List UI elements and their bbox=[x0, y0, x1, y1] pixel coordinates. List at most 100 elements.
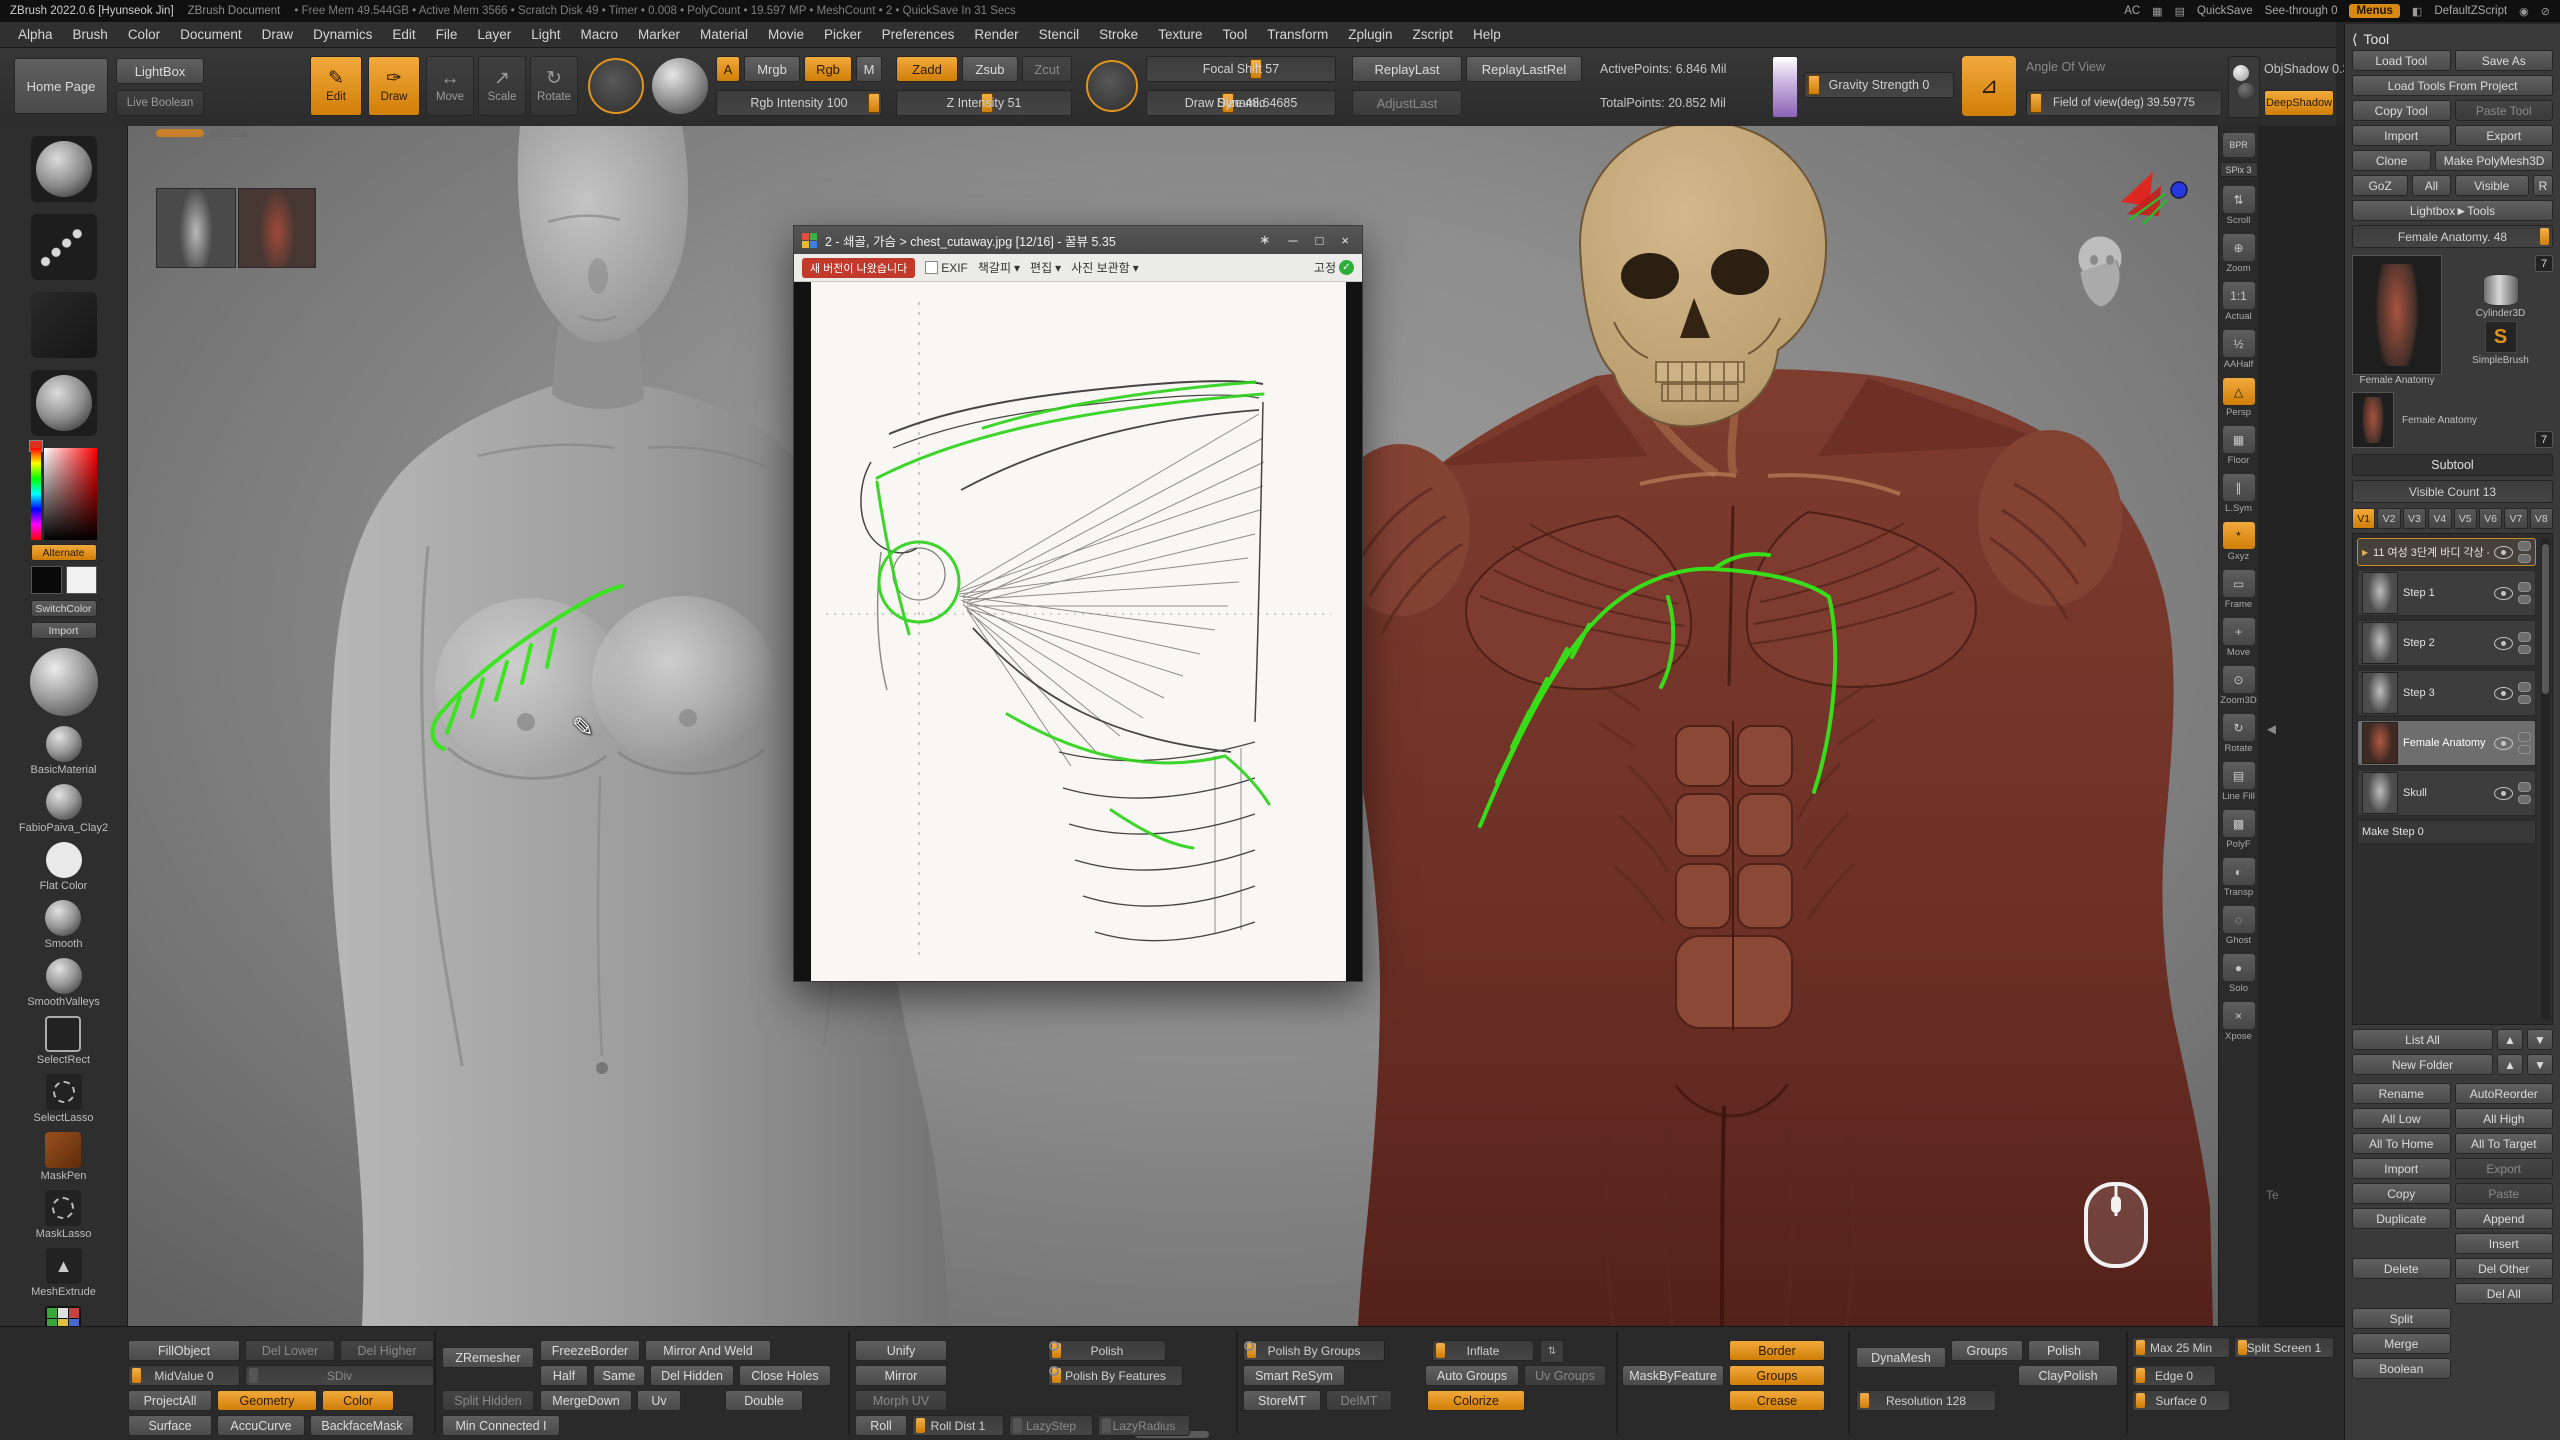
move-button[interactable]: ↔Move bbox=[426, 56, 474, 116]
home-page-button[interactable]: Home Page bbox=[14, 58, 108, 114]
dock-colorize[interactable]: Colorize bbox=[1427, 1390, 1525, 1411]
rotate-button[interactable]: ↻Rotate bbox=[530, 56, 578, 116]
palette-slot-fabiopaiva-clay2[interactable]: FabioPaiva_Clay2 bbox=[19, 784, 108, 842]
subtool-tab-v1[interactable]: V1 bbox=[2352, 508, 2375, 529]
tool-button-autoreorder[interactable]: AutoReorder bbox=[2455, 1083, 2554, 1104]
menu-draw[interactable]: Draw bbox=[252, 24, 304, 45]
subtool-scrollbar[interactable] bbox=[2541, 538, 2550, 1020]
bpr-button[interactable]: BPR bbox=[2222, 132, 2256, 158]
toggle-dot[interactable] bbox=[1049, 1366, 1059, 1376]
canvas-scroll-grip2[interactable] bbox=[210, 129, 248, 137]
tool-button-rename[interactable]: Rename bbox=[2352, 1083, 2451, 1104]
strip-persp[interactable]: △Persp bbox=[2222, 377, 2256, 418]
rgb-intensity-slider[interactable]: Rgb Intensity 100 bbox=[716, 90, 882, 116]
dock-border[interactable]: Border bbox=[1729, 1340, 1825, 1361]
zadd-button[interactable]: Zadd bbox=[896, 56, 958, 82]
menu-zscript[interactable]: Zscript bbox=[1403, 24, 1464, 45]
dock-auto-groups[interactable]: Auto Groups bbox=[1425, 1365, 1519, 1386]
scale-button[interactable]: ↗Scale bbox=[478, 56, 526, 116]
simplebrush-thumbnail[interactable]: S bbox=[2485, 321, 2517, 353]
dock-polish-by-features[interactable]: Polish By Features bbox=[1048, 1365, 1183, 1386]
z-intensity-slider[interactable]: Z Intensity 51 bbox=[896, 90, 1072, 116]
tool-button-make-polymesh3d[interactable]: Make PolyMesh3D bbox=[2435, 150, 2553, 171]
menu-marker[interactable]: Marker bbox=[628, 24, 690, 45]
dock-edge-0[interactable]: Edge 0 bbox=[2132, 1365, 2216, 1386]
subtool-item-step-2[interactable]: Step 2 bbox=[2357, 620, 2536, 666]
strip-line-fill[interactable]: ▤Line Fill bbox=[2222, 761, 2256, 802]
dock-roll[interactable]: Roll bbox=[855, 1415, 907, 1436]
menu-edit[interactable]: Edit bbox=[382, 24, 425, 45]
dock-sdiv[interactable]: SDiv bbox=[245, 1365, 434, 1386]
folder-up-button[interactable]: ▲ bbox=[2497, 1054, 2523, 1075]
folder-down-button[interactable]: ▼ bbox=[2527, 1054, 2553, 1075]
color-picker[interactable] bbox=[31, 448, 97, 540]
current-brush-icon[interactable] bbox=[31, 136, 97, 202]
dock-min-connected-i[interactable]: Min Connected I bbox=[442, 1415, 560, 1436]
gravity-icon[interactable] bbox=[1772, 56, 1798, 118]
visible-count-slider[interactable]: Visible Count 13 bbox=[2352, 480, 2553, 503]
palette-slot-smooth[interactable]: Smooth bbox=[45, 900, 83, 958]
dock-stepper[interactable]: ⇅ bbox=[1540, 1340, 1564, 1363]
strip-polyf[interactable]: ▩PolyF bbox=[2222, 809, 2256, 850]
dock-midvalue-0[interactable]: MidValue 0 bbox=[128, 1365, 240, 1386]
tool-button-del-other[interactable]: Del Other bbox=[2455, 1258, 2554, 1279]
deep-shadow-button[interactable]: DeepShadow bbox=[2264, 90, 2334, 116]
subtool-item-make-step-0[interactable]: Make Step 0 bbox=[2357, 820, 2536, 844]
material-preview-sphere[interactable] bbox=[30, 648, 98, 716]
reference-thumbnail-muscle[interactable] bbox=[238, 188, 316, 268]
bookmark-menu[interactable]: 책갈피▾ bbox=[978, 259, 1020, 276]
tool-button-all-to-home[interactable]: All To Home bbox=[2352, 1133, 2451, 1154]
recent-tool-thumbnail[interactable] bbox=[2352, 392, 2394, 448]
tool-button-merge[interactable]: Merge bbox=[2352, 1333, 2451, 1354]
tool-button-r[interactable]: R bbox=[2533, 175, 2553, 196]
toggle-pills[interactable] bbox=[2518, 632, 2531, 654]
dock-claypolish[interactable]: ClayPolish bbox=[2018, 1365, 2118, 1386]
strip-transp[interactable]: ◐Transp bbox=[2222, 857, 2256, 898]
dock-maskbyfeature[interactable]: MaskByFeature bbox=[1622, 1365, 1724, 1386]
subtool-tab-v6[interactable]: V6 bbox=[2479, 508, 2502, 529]
zcut-button[interactable]: Zcut bbox=[1022, 56, 1072, 82]
strip-gxyz[interactable]: *Gxyz bbox=[2222, 521, 2256, 562]
subtool-section-header[interactable]: Subtool bbox=[2352, 454, 2553, 476]
minimize-icon[interactable]: ─ bbox=[1283, 233, 1302, 248]
strip-move[interactable]: +Move bbox=[2222, 617, 2256, 658]
tool-button-save-as[interactable]: Save As bbox=[2455, 50, 2554, 71]
tool-button-split[interactable]: Split bbox=[2352, 1308, 2451, 1329]
palette-slot-maskpen[interactable]: MaskPen bbox=[41, 1132, 87, 1190]
dock-double[interactable]: Double bbox=[725, 1390, 803, 1411]
dock-del-higher[interactable]: Del Higher bbox=[340, 1340, 434, 1361]
dock-groups[interactable]: Groups bbox=[1729, 1365, 1825, 1386]
dock-projectall[interactable]: ProjectAll bbox=[128, 1390, 212, 1411]
strip-solo[interactable]: ●Solo bbox=[2222, 953, 2256, 994]
strip-frame[interactable]: ▭Frame bbox=[2222, 569, 2256, 610]
maximize-icon[interactable]: □ bbox=[1311, 233, 1329, 248]
subtool-tab-v2[interactable]: V2 bbox=[2377, 508, 2400, 529]
dock-polish-by-groups[interactable]: Polish By Groups bbox=[1243, 1340, 1385, 1361]
subtool-item-11-여성-3단계-바디-각상-페[interactable]: ▸11 여성 3단계 바디 각상 - [페 & bbox=[2357, 538, 2536, 566]
close-window-icon[interactable]: × bbox=[1336, 233, 1354, 248]
mrgb-button[interactable]: Mrgb bbox=[744, 56, 800, 82]
draw-button[interactable]: ✑Draw bbox=[368, 56, 420, 116]
tool-button-all[interactable]: All bbox=[2412, 175, 2450, 196]
dynamic-label[interactable]: Dynamic bbox=[1147, 91, 1335, 115]
tool-button-paste[interactable]: Paste bbox=[2455, 1183, 2554, 1204]
dock-storemt[interactable]: StoreMT bbox=[1243, 1390, 1321, 1411]
current-stroke-icon[interactable] bbox=[31, 214, 97, 280]
switch-color-button[interactable]: SwitchColor bbox=[31, 600, 97, 617]
dock-polish[interactable]: Polish bbox=[2028, 1340, 2100, 1361]
tool-name-slider[interactable]: Female Anatomy. 48 bbox=[2352, 225, 2553, 248]
tool-button-load-tools-from-project[interactable]: Load Tools From Project bbox=[2352, 75, 2553, 96]
tool-button-lightbox-tools[interactable]: Lightbox►Tools bbox=[2352, 200, 2553, 221]
dock-polish[interactable]: Polish bbox=[1048, 1340, 1166, 1361]
dock-roll-dist-1[interactable]: Roll Dist 1 bbox=[912, 1415, 1004, 1436]
menu-layer[interactable]: Layer bbox=[467, 24, 521, 45]
toggle-pills[interactable] bbox=[2518, 682, 2531, 704]
rgb-button[interactable]: Rgb bbox=[804, 56, 852, 82]
move-up-button[interactable]: ▲ bbox=[2497, 1029, 2523, 1050]
eye-icon[interactable] bbox=[2494, 637, 2513, 650]
exif-toggle[interactable]: EXIF bbox=[925, 261, 968, 275]
menu-dynamics[interactable]: Dynamics bbox=[303, 24, 382, 45]
canvas-scroll-grip[interactable] bbox=[156, 129, 204, 137]
dock-inflate[interactable]: Inflate bbox=[1432, 1340, 1534, 1361]
palette-slot-selectlasso[interactable]: SelectLasso bbox=[34, 1074, 94, 1132]
